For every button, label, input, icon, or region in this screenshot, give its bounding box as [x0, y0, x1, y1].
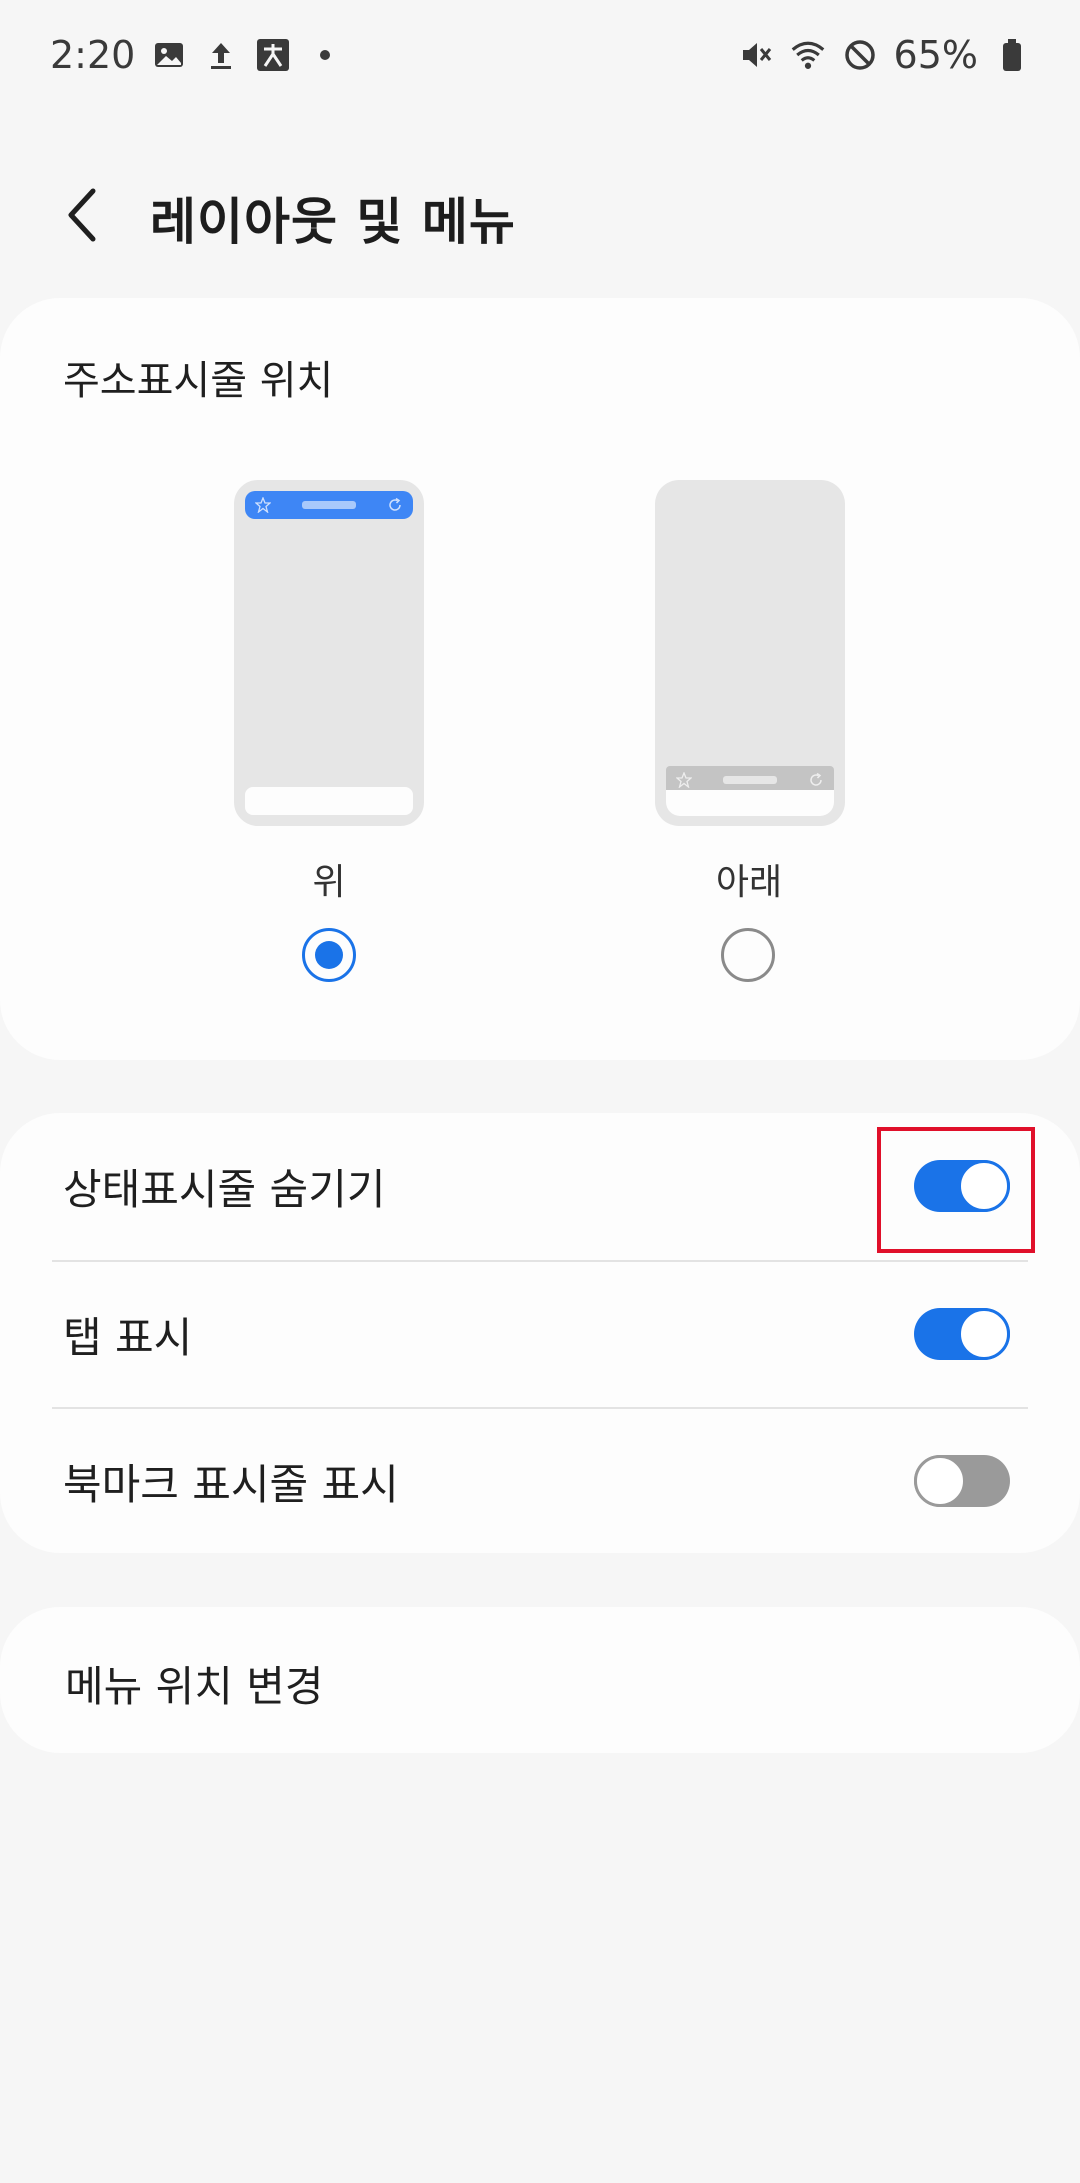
option-label-bottom: 아래: [715, 862, 783, 903]
do-not-disturb-icon: [842, 37, 878, 73]
gallery-icon: [151, 37, 187, 73]
status-right: 65%: [738, 33, 1030, 77]
show-tabs-label: 탭 표시: [63, 1312, 193, 1362]
address-bar-top-preview[interactable]: [234, 480, 424, 826]
dot-icon: [307, 37, 343, 73]
star-icon: [255, 497, 271, 513]
show-tabs-toggle[interactable]: [914, 1308, 1010, 1360]
toggle-knob: [958, 1308, 1010, 1360]
upload-icon: [203, 37, 239, 73]
highlight-box: [877, 1127, 1035, 1253]
back-button[interactable]: [48, 180, 118, 250]
header: 레이아웃 및 메뉴: [0, 160, 1080, 270]
radio-top[interactable]: [302, 928, 356, 982]
hide-status-bar-label: 상태표시줄 숨기기: [63, 1164, 386, 1214]
refresh-icon: [810, 772, 822, 786]
status-left: 2:20: [50, 33, 343, 77]
back-arrow-icon: [68, 188, 96, 242]
wifi-icon: [790, 37, 826, 73]
preview-nav-bar: [245, 787, 413, 815]
menu-position-card[interactable]: 메뉴 위치 변경: [0, 1607, 1080, 1753]
address-bar-bottom-preview[interactable]: [655, 480, 845, 826]
toggle-knob: [914, 1455, 966, 1507]
page-title: 레이아웃 및 메뉴: [150, 193, 516, 251]
radio-bottom[interactable]: [721, 928, 775, 982]
preview-url-line: [302, 501, 356, 509]
mute-icon: [738, 37, 774, 73]
battery-percent: 65%: [893, 33, 978, 77]
status-bar: 2:20 65%: [0, 0, 1080, 110]
preview-nav-bar: [666, 790, 834, 816]
keyboard-icon: [255, 37, 291, 73]
toggle-row-show-tabs[interactable]: 탭 표시: [0, 1261, 1080, 1407]
address-bar-position-title: 주소표시줄 위치: [63, 358, 334, 404]
preview-url-line: [723, 776, 777, 784]
bookmarks-bar-toggle[interactable]: [914, 1455, 1010, 1507]
refresh-icon: [389, 497, 401, 511]
preview-address-bar: [245, 491, 413, 519]
bookmarks-bar-label: 북마크 표시줄 표시: [63, 1459, 399, 1509]
status-time: 2:20: [50, 33, 136, 77]
toggle-row-bookmarks-bar[interactable]: 북마크 표시줄 표시: [0, 1408, 1080, 1554]
menu-position-label: 메뉴 위치 변경: [65, 1662, 324, 1711]
option-label-top: 위: [312, 862, 346, 903]
address-bar-position-card: 주소표시줄 위치 위 아래: [0, 298, 1080, 1060]
star-icon: [676, 772, 692, 788]
battery-icon: [994, 37, 1030, 73]
